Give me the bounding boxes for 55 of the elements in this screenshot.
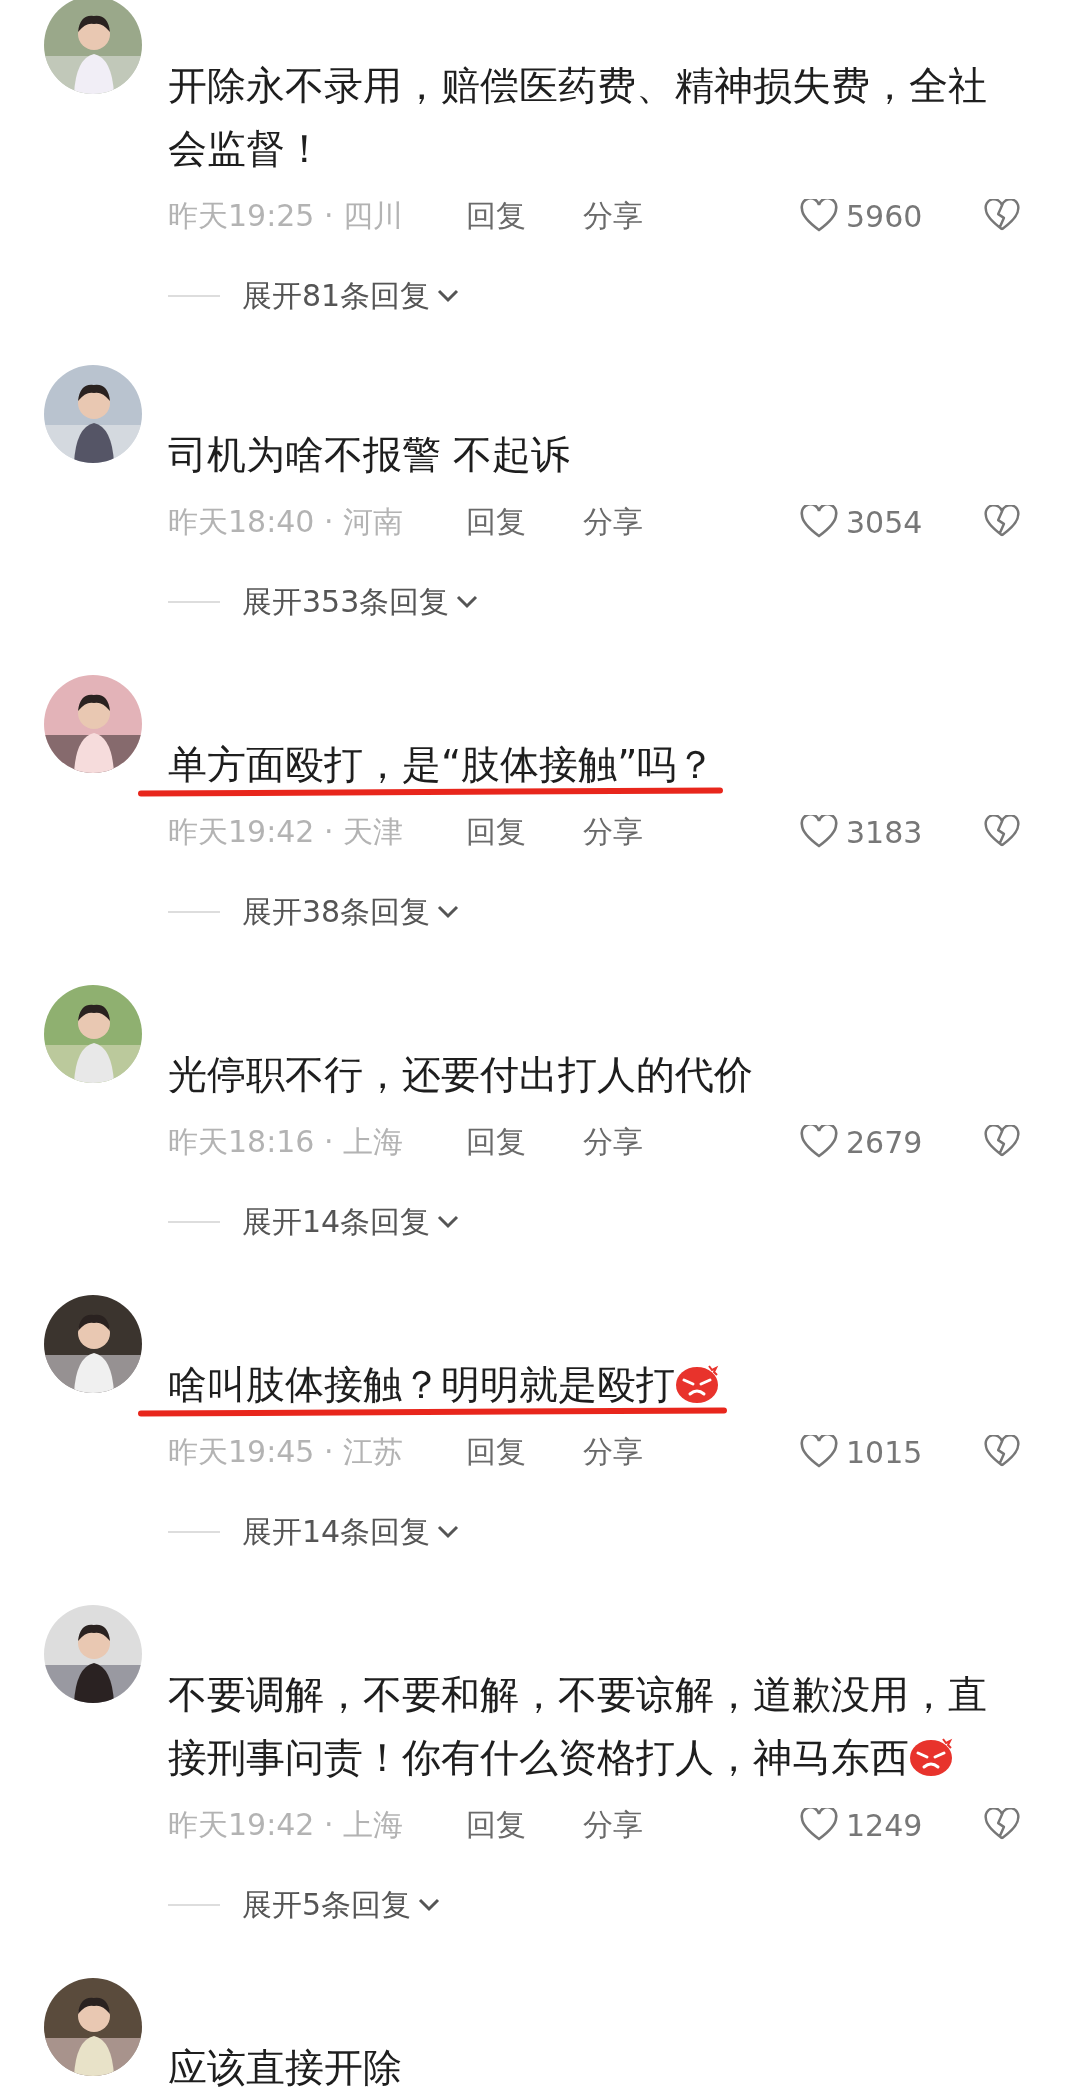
- heart-icon[interactable]: [800, 1125, 838, 1159]
- chevron-down-icon: [436, 904, 461, 920]
- expand-replies-button[interactable]: 展开81条回复: [242, 275, 461, 317]
- like-count: 2679: [846, 1124, 924, 1160]
- comment-time: 昨天19:42 · 天津: [168, 812, 405, 851]
- share-link[interactable]: 分享: [583, 501, 700, 543]
- chevron-down-icon: [436, 1524, 461, 1540]
- reply-link[interactable]: 回复: [466, 1804, 583, 1846]
- share-link[interactable]: 分享: [583, 1431, 700, 1473]
- expand-replies-button[interactable]: 展开5条回复: [242, 1884, 442, 1926]
- expand-replies-button[interactable]: 展开14条回复: [242, 1511, 461, 1553]
- like-count: 1249: [846, 1807, 924, 1843]
- chevron-down-icon: [436, 288, 461, 304]
- comment-time: 昨天19:25 · 四川: [168, 196, 405, 235]
- share-link[interactable]: 分享: [583, 195, 700, 237]
- comment-text: 光停职不行，还要付出打人的代价: [168, 1051, 754, 1099]
- share-link[interactable]: 分享: [583, 1804, 700, 1846]
- share-link[interactable]: 分享: [583, 1121, 700, 1163]
- comment-text: 啥叫肢体接触？明明就是殴打: [168, 1353, 1020, 1416]
- broken-heart-icon[interactable]: [984, 1125, 1020, 1159]
- heart-icon[interactable]: [800, 1808, 838, 1842]
- expand-replies-button[interactable]: 展开353条回复: [242, 581, 480, 623]
- broken-heart-icon[interactable]: [984, 1435, 1020, 1469]
- comment-text: 开除永不录用，赔偿医药费、精神损失费，全社会监督！: [168, 62, 988, 173]
- heart-icon[interactable]: [800, 815, 838, 849]
- broken-heart-icon[interactable]: [984, 1808, 1020, 1842]
- comment-text: 单方面殴打，是“肢体接触”吗？: [168, 733, 1020, 796]
- reply-link[interactable]: 回复: [466, 195, 583, 237]
- broken-heart-icon[interactable]: [984, 199, 1020, 233]
- comment-time: 昨天18:40 · 河南: [168, 502, 405, 541]
- expand-replies-button[interactable]: 展开14条回复: [242, 1201, 461, 1243]
- reply-link[interactable]: 回复: [466, 1431, 583, 1473]
- expand-replies-button[interactable]: 展开38条回复: [242, 891, 461, 933]
- comment-time: 昨天18:16 · 上海: [168, 1122, 405, 1161]
- broken-heart-icon[interactable]: [984, 815, 1020, 849]
- chevron-down-icon: [455, 594, 480, 610]
- comment-time: 昨天19:42 · 上海: [168, 1805, 405, 1844]
- comment-time: 昨天19:45 · 江苏: [168, 1432, 405, 1471]
- comment-text: 司机为啥不报警 不起诉: [168, 431, 572, 479]
- heart-icon[interactable]: [800, 199, 838, 233]
- share-link[interactable]: 分享: [583, 811, 700, 853]
- like-count: 1015: [846, 1434, 924, 1470]
- like-count: 3054: [846, 504, 924, 540]
- chevron-down-icon: [417, 1897, 442, 1913]
- reply-link[interactable]: 回复: [466, 1121, 583, 1163]
- like-count: 5960: [846, 198, 924, 234]
- reply-link[interactable]: 回复: [466, 811, 583, 853]
- broken-heart-icon[interactable]: [984, 505, 1020, 539]
- chevron-down-icon: [436, 1214, 461, 1230]
- heart-icon[interactable]: [800, 505, 838, 539]
- reply-link[interactable]: 回复: [466, 501, 583, 543]
- heart-icon[interactable]: [800, 1435, 838, 1469]
- like-count: 3183: [846, 814, 924, 850]
- comment-text: 应该直接开除: [168, 2044, 403, 2092]
- comment-text: 不要调解，不要和解，不要谅解，道歉没用，直接刑事问责！你有什么资格打人，神马东西: [168, 1671, 988, 1782]
